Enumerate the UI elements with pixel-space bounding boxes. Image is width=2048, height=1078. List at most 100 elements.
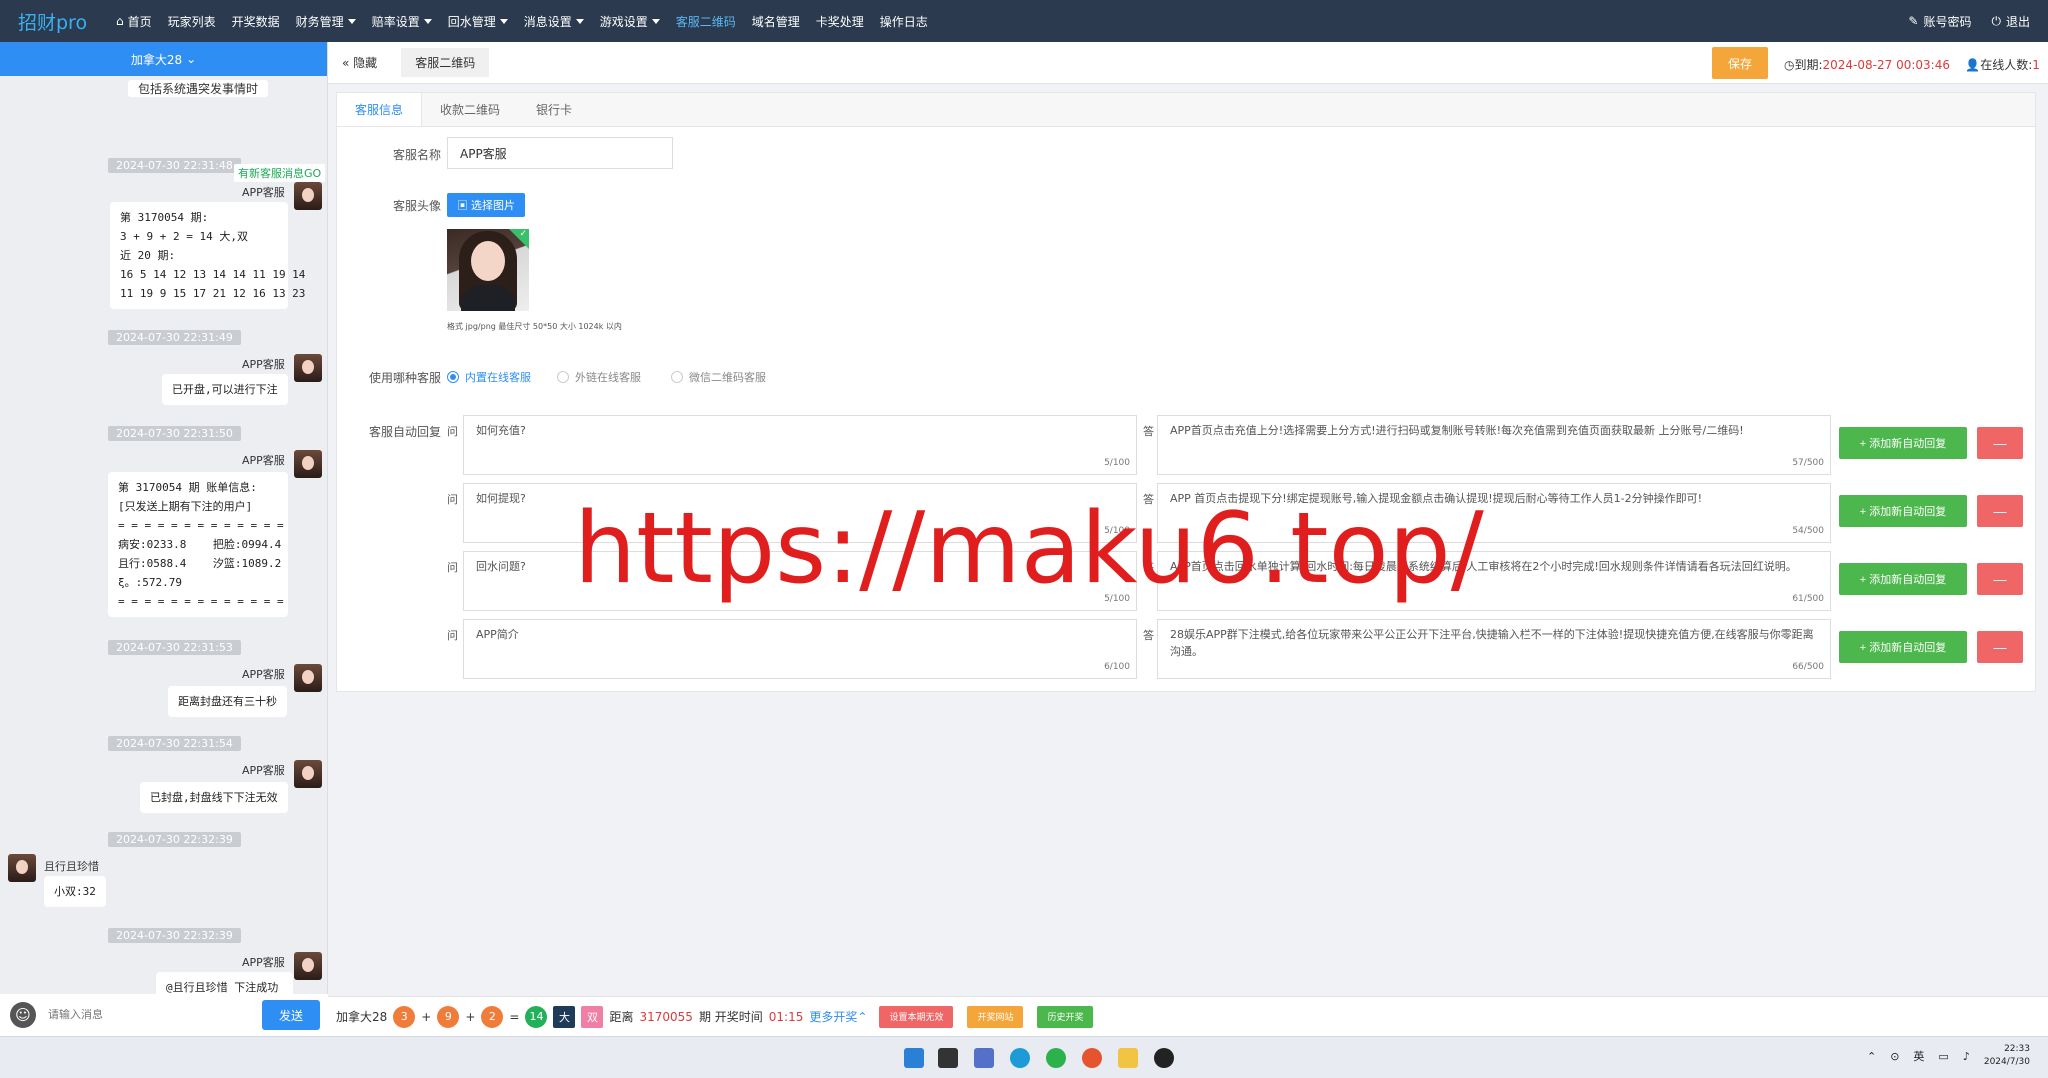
char-count: 61/500: [1792, 594, 1824, 604]
nav-item-players[interactable]: 玩家列表: [160, 0, 224, 42]
message-timestamp: 2024-07-30 22:31:48: [108, 158, 241, 173]
nav-item-stuck-draws[interactable]: 卡奖处理: [808, 0, 872, 42]
char-count: 6/100: [1104, 662, 1130, 672]
tab-payment-qrcode[interactable]: 收款二维码: [422, 93, 518, 126]
display-icon[interactable]: ▭: [1938, 1050, 1948, 1063]
emoji-icon[interactable]: ☺: [10, 1002, 36, 1028]
question-input[interactable]: APP简介 6/100: [463, 619, 1137, 679]
message-sender: APP客服: [242, 956, 285, 969]
nav-item-message-settings[interactable]: 消息设置: [516, 0, 592, 42]
message-timestamp: 2024-07-30 22:31:53: [108, 640, 241, 655]
send-button[interactable]: 发送: [262, 1000, 320, 1030]
service-avatar-label: 客服头像: [392, 199, 441, 213]
draw-history-button[interactable]: 历史开奖: [1037, 1005, 1094, 1028]
new-message-badge[interactable]: 有新客服消息GO: [234, 164, 326, 182]
nav-item-finance[interactable]: 财务管理: [288, 0, 364, 42]
chat-bubble: 已开盘,可以进行下注: [162, 374, 288, 405]
nav-item-game-settings[interactable]: 游戏设置: [592, 0, 668, 42]
message-input[interactable]: [48, 1009, 248, 1021]
set-issue-invalid-button[interactable]: 设置本期无效: [879, 1005, 954, 1028]
chat-bubble: 第 3170054 期: 3 + 9 + 2 = 14 大,双 近 20 期: …: [110, 202, 305, 309]
chat-sidebar: 加拿大28 ⌄ 包括系统遇突发事情时 2024-07-30 22:31:48 有新…: [0, 42, 328, 1036]
delete-auto-reply-button[interactable]: —: [1977, 495, 2023, 527]
app-icon[interactable]: [1082, 1048, 1102, 1068]
logout-link[interactable]: ⏻ 退出: [1991, 13, 2030, 30]
nav-item-domains[interactable]: 域名管理: [744, 0, 808, 42]
draw-ball: 3: [393, 1005, 416, 1028]
message-timestamp: 2024-07-30 22:32:39: [108, 832, 241, 847]
edge-browser-icon[interactable]: [1010, 1048, 1030, 1068]
delete-auto-reply-button[interactable]: —: [1977, 427, 2023, 459]
message-timestamp: 2024-07-30 22:31:54: [108, 736, 241, 751]
draw-ball: 9: [437, 1005, 460, 1028]
chat-input-bar: ☺ 发送: [0, 994, 328, 1036]
os-taskbar: ⌃ ⊙ 英 ▭ ♪ 22:33 2024/7/30: [0, 1036, 2048, 1078]
avatar-preview-image[interactable]: ✓: [447, 229, 529, 311]
game-selector[interactable]: 加拿大28 ⌄: [0, 42, 327, 76]
more-draws-link[interactable]: 更多开奖⌃: [809, 1008, 867, 1025]
nav-item-rebate[interactable]: 回水管理: [440, 0, 516, 42]
chevron-up-icon: ⌃: [857, 1010, 868, 1024]
page-tab-service-qrcode[interactable]: 客服二维码: [401, 48, 490, 77]
file-explorer-icon[interactable]: [1118, 1048, 1138, 1068]
account-password-link[interactable]: ✎ 账号密码: [1908, 13, 1971, 30]
nav-item-draw-data[interactable]: 开奖数据: [224, 0, 288, 42]
radio-wechat-qrcode-service[interactable]: 微信二维码客服: [671, 369, 766, 385]
nav-item-home[interactable]: ⌂ 首页: [108, 0, 160, 42]
app-icon[interactable]: [974, 1048, 994, 1068]
chat-message-list[interactable]: 包括系统遇突发事情时 2024-07-30 22:31:48 有新客服消息GO …: [0, 76, 328, 1024]
service-name-input[interactable]: [447, 137, 673, 169]
radio-builtin-service[interactable]: 内置在线客服: [447, 369, 531, 385]
chat-bubble: 小双:32: [44, 876, 106, 907]
add-auto-reply-button[interactable]: + 添加新自动回复: [1839, 427, 1967, 459]
char-count: 5/100: [1104, 458, 1130, 468]
check-icon: ✓: [519, 229, 527, 239]
nav-item-operation-log[interactable]: 操作日志: [872, 0, 936, 42]
hide-sidebar-button[interactable]: « 隐藏: [328, 54, 377, 71]
question-tag: 问: [447, 561, 458, 574]
nav-item-service-qrcode[interactable]: 客服二维码: [668, 0, 744, 42]
char-count: 57/500: [1792, 458, 1824, 468]
avatar: [8, 854, 36, 882]
add-auto-reply-button[interactable]: + 添加新自动回复: [1839, 495, 1967, 527]
chat-bubble: 已封盘,封盘线下下注无效: [140, 782, 288, 813]
delete-auto-reply-button[interactable]: —: [1977, 631, 2023, 663]
add-auto-reply-button[interactable]: + 添加新自动回复: [1839, 631, 1967, 663]
qq-icon[interactable]: [1154, 1048, 1174, 1068]
answer-input[interactable]: 28娱乐APP群下注模式,给各位玩家带来公平公正公开下注平台,快捷输入栏不一样的…: [1157, 619, 1831, 679]
tab-bank-card[interactable]: 银行卡: [518, 93, 590, 126]
network-icon[interactable]: ⊙: [1890, 1050, 1899, 1063]
add-auto-reply-button[interactable]: + 添加新自动回复: [1839, 563, 1967, 595]
online-count: 1: [2032, 58, 2040, 72]
task-view-icon[interactable]: [938, 1048, 958, 1068]
answer-tag: 答: [1143, 629, 1154, 642]
volume-icon[interactable]: ♪: [1963, 1050, 1970, 1063]
tab-service-info[interactable]: 客服信息: [337, 93, 423, 126]
expire-date: 2024-08-27 00:03:46: [1822, 58, 1950, 72]
char-count: 54/500: [1792, 526, 1824, 536]
windows-start-icon[interactable]: [904, 1048, 924, 1068]
radio-external-service[interactable]: 外链在线客服: [557, 369, 641, 385]
avatar: [294, 952, 322, 980]
service-mode-label: 使用哪种客服: [368, 371, 441, 385]
question-input[interactable]: 如何充值? 5/100: [463, 415, 1137, 475]
app-logo[interactable]: 招财pro: [0, 8, 108, 35]
question-tag: 问: [447, 629, 458, 642]
draw-website-button[interactable]: 开奖网站: [967, 1005, 1024, 1028]
message-sender: APP客服: [242, 764, 285, 777]
user-icon: 👤: [1965, 58, 1981, 72]
chevron-up-icon[interactable]: ⌃: [1867, 1050, 1876, 1063]
answer-input[interactable]: APP首页点击充值上分!选择需要上分方式!进行扫码或复制账号转账!每次充值需到充…: [1157, 415, 1831, 475]
system-clock[interactable]: 22:33 2024/7/30: [1984, 1043, 2030, 1069]
delete-auto-reply-button[interactable]: —: [1977, 563, 2023, 595]
draw-status-bar: 加拿大28 3 + 9 + 2 = 14 大 双 距离 3170055 期 开奖…: [328, 996, 2048, 1036]
wechat-icon[interactable]: [1046, 1048, 1066, 1068]
parity-tag: 双: [581, 1005, 604, 1028]
message-sender: APP客服: [242, 454, 285, 467]
choose-image-button[interactable]: ▣ 选择图片: [447, 193, 525, 217]
nav-item-odds[interactable]: 赔率设置: [364, 0, 440, 42]
message-timestamp: 2024-07-30 22:32:39: [108, 928, 241, 943]
input-language[interactable]: 英: [1913, 1048, 1924, 1064]
chevron-down-icon: ⌄: [186, 52, 197, 66]
save-button[interactable]: 保存: [1712, 47, 1768, 79]
